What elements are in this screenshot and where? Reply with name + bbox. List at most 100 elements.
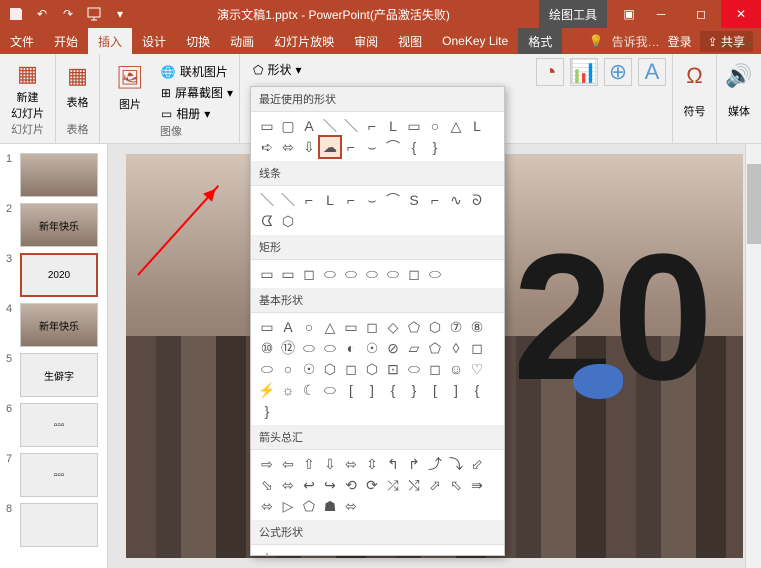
shape-option[interactable]: ∿ <box>446 190 466 210</box>
shape-option[interactable]: ▭ <box>257 116 277 136</box>
shape-option[interactable]: ○ <box>278 359 298 379</box>
shapes-dropdown-button[interactable]: ⬠ 形状 ▾ <box>246 58 308 81</box>
qat-more-icon[interactable]: ▾ <box>108 2 132 26</box>
shape-option[interactable]: ⤵ <box>446 454 466 474</box>
chart-icon[interactable]: 📊 <box>570 58 598 86</box>
shape-option[interactable]: ᗧ <box>257 211 277 231</box>
shape-option[interactable]: ⬭ <box>341 264 361 284</box>
textbox-icon[interactable]: A <box>638 58 666 86</box>
shape-option[interactable]: ⬭ <box>362 264 382 284</box>
shape-option[interactable]: ⬄ <box>341 496 361 516</box>
shape-option[interactable]: L <box>320 190 340 210</box>
shape-option[interactable]: △ <box>446 116 466 136</box>
shape-option[interactable]: ➪ <box>257 137 277 157</box>
shape-option[interactable]: ⇦ <box>278 454 298 474</box>
shape-option[interactable]: ◻ <box>467 338 487 358</box>
tab-animation[interactable]: 动画 <box>220 28 264 54</box>
shape-option[interactable]: ⬃ <box>467 454 487 474</box>
tellme-search[interactable]: 告诉我… <box>612 33 660 50</box>
shape-option[interactable]: ⬭ <box>320 264 340 284</box>
shape-option[interactable]: ◐ <box>341 338 361 358</box>
thumbnail-2[interactable]: 2新年快乐 <box>0 200 107 250</box>
shape-option[interactable]: ⬄ <box>278 475 298 495</box>
shape-option[interactable]: ♡ <box>467 359 487 379</box>
media-icon[interactable]: 🔊 <box>721 58 757 94</box>
shape-option[interactable]: A <box>278 317 298 337</box>
shape-option[interactable]: ▭ <box>278 264 298 284</box>
tab-design[interactable]: 设计 <box>132 28 176 54</box>
shape-option[interactable]: ⤴ <box>425 454 445 474</box>
shape-option[interactable]: ＝ <box>341 549 361 556</box>
shape-option[interactable]: ◊ <box>446 338 466 358</box>
thumbnail-7[interactable]: 7▫▫▫ <box>0 450 107 500</box>
shape-option[interactable]: ＼ <box>278 190 298 210</box>
shape-option[interactable]: ☉ <box>362 338 382 358</box>
shape-option[interactable]: ＋ <box>257 549 277 556</box>
tab-slideshow[interactable]: 幻灯片放映 <box>264 28 344 54</box>
tab-onekey[interactable]: OneKey Lite <box>432 28 518 54</box>
tab-insert[interactable]: 插入 <box>88 28 132 54</box>
shape-option[interactable]: ◻ <box>425 359 445 379</box>
shape-option[interactable]: A <box>299 116 319 136</box>
shape-option[interactable]: ≠ <box>362 549 382 556</box>
shape-option[interactable]: ⌒ <box>383 190 403 210</box>
thumbnail-4[interactable]: 4新年快乐 <box>0 300 107 350</box>
login-link[interactable]: 登录 <box>668 33 692 50</box>
shape-option[interactable]: L <box>383 116 403 136</box>
close-button[interactable]: ✕ <box>721 0 761 28</box>
shape-option[interactable]: ◻ <box>404 264 424 284</box>
shape-option[interactable]: ⬡ <box>362 359 382 379</box>
symbol-icon[interactable]: Ω <box>677 58 713 94</box>
shape-option[interactable]: ☁ <box>320 137 340 157</box>
shape-option[interactable]: ↪ <box>320 475 340 495</box>
tab-format[interactable]: 格式 <box>518 28 562 54</box>
shape-option[interactable]: ☉ <box>299 359 319 379</box>
shape-option[interactable]: L <box>467 116 487 136</box>
shape-option[interactable]: ◇ <box>383 317 403 337</box>
shape-option[interactable]: ▱ <box>404 338 424 358</box>
shape-option[interactable]: ⌐ <box>425 190 445 210</box>
new-slide-icon[interactable]: ▦ <box>10 58 46 89</box>
thumbnail-6[interactable]: 6▫▫▫ <box>0 400 107 450</box>
shape-option[interactable]: ⌐ <box>341 190 361 210</box>
shape-option[interactable]: ✕ <box>299 549 319 556</box>
shape-option[interactable]: ＼ <box>341 116 361 136</box>
save-icon[interactable] <box>4 2 28 26</box>
shape-option[interactable]: ⬠ <box>299 496 319 516</box>
shape-option[interactable]: ⇳ <box>362 454 382 474</box>
shape-option[interactable]: ⊘ <box>383 338 403 358</box>
shape-option[interactable]: ⬄ <box>278 137 298 157</box>
shape-option[interactable]: ⬀ <box>425 475 445 495</box>
start-icon[interactable] <box>82 2 106 26</box>
shape-option[interactable]: ☾ <box>299 380 319 400</box>
restore-button[interactable]: ◻ <box>681 0 721 28</box>
shape-option[interactable]: ⬭ <box>383 264 403 284</box>
shape-option[interactable]: ⑦ <box>446 317 466 337</box>
shape-option[interactable]: ⑫ <box>278 338 298 358</box>
shape-option[interactable]: ○ <box>299 317 319 337</box>
shape-option[interactable]: △ <box>320 317 340 337</box>
shape-option[interactable]: ◻ <box>362 317 382 337</box>
online-image-button[interactable]: 🌐 联机图片 <box>161 62 233 81</box>
redo-icon[interactable]: ↷ <box>56 2 80 26</box>
shape-option[interactable]: ☗ <box>320 496 340 516</box>
table-icon[interactable]: ▦ <box>60 58 96 94</box>
ribbon-display-icon[interactable]: ▣ <box>617 2 641 26</box>
tab-view[interactable]: 视图 <box>388 28 432 54</box>
shape-option[interactable]: － <box>278 549 298 556</box>
shape-option[interactable]: ◻ <box>341 359 361 379</box>
shape-option[interactable]: ⬭ <box>320 338 340 358</box>
shape-option[interactable]: { <box>383 380 403 400</box>
thumbnail-3[interactable]: 32020 <box>0 250 107 300</box>
shape-option[interactable]: ＼ <box>257 190 277 210</box>
shape-option[interactable]: ⇩ <box>320 454 340 474</box>
shape-option[interactable]: ] <box>446 380 466 400</box>
shape-option[interactable]: ⬭ <box>257 359 277 379</box>
shape-option[interactable]: ⑩ <box>257 338 277 358</box>
shape-option[interactable]: ⌐ <box>341 137 361 157</box>
undo-icon[interactable]: ↶ <box>30 2 54 26</box>
shape-option[interactable]: ☺ <box>446 359 466 379</box>
tab-review[interactable]: 审阅 <box>344 28 388 54</box>
shape-option[interactable]: ⚡ <box>257 380 277 400</box>
shape-option[interactable]: ⊡ <box>383 359 403 379</box>
